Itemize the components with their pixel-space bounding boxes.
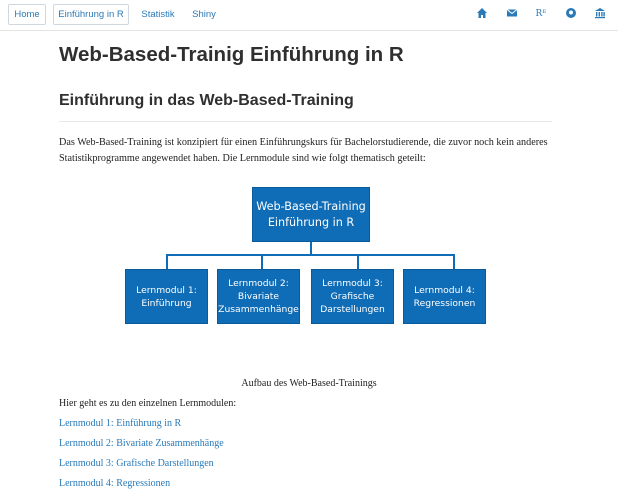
diagram-module-2-box: Lernmodul 2: Bivariate Zusammenhänge <box>217 269 300 324</box>
top-navbar: Home Einführung in R Statistik Shiny Rᴱ <box>0 0 618 31</box>
github-icon[interactable] <box>564 7 578 21</box>
diagram-module-1-box: Lernmodul 1: Einführung <box>125 269 208 324</box>
diagram-module-label: Lernmodul 4: Regressionen <box>413 284 476 309</box>
diagram-caption: Aufbau des Web-Based-Trainings <box>241 378 377 389</box>
mail-icon[interactable] <box>505 7 519 21</box>
links-lead: Hier geht es zu den einzelnen Lernmodule… <box>59 398 237 409</box>
diagram-module-4-box: Lernmodul 4: Regressionen <box>403 269 486 324</box>
home-icon[interactable] <box>475 7 489 21</box>
intro-paragraph: Das Web-Based-Training ist konzipiert fü… <box>59 137 548 164</box>
connector-line <box>261 254 263 269</box>
link-lernmodul-1[interactable]: Lernmodul 1: Einführung in R <box>59 418 181 429</box>
nav-einfuehrung-in-r[interactable]: Einführung in R <box>53 4 129 25</box>
module-diagram: Web-Based-Training Einführung in R Lernm… <box>120 185 495 327</box>
diagram-module-label: Lernmodul 1: Einführung <box>136 284 197 309</box>
connector-line <box>453 254 455 269</box>
connector-line <box>166 254 455 256</box>
nav-statistik[interactable]: Statistik <box>136 4 180 25</box>
connector-line <box>166 254 168 269</box>
link-lernmodul-2[interactable]: Lernmodul 2: Bivariate Zusammenhänge <box>59 438 224 449</box>
link-lernmodul-3[interactable]: Lernmodul 3: Grafische Darstellungen <box>59 458 214 469</box>
page-title: Web-Based-Trainig Einführung in R <box>59 43 404 66</box>
diagram-root-box: Web-Based-Training Einführung in R <box>252 187 370 242</box>
r-icon[interactable]: Rᴱ <box>534 7 548 21</box>
diagram-module-label: Lernmodul 2: Bivariate Zusammenhänge <box>218 278 299 315</box>
link-lernmodul-4[interactable]: Lernmodul 4: Regressionen <box>59 478 170 489</box>
diagram-root-label: Web-Based-Training Einführung in R <box>256 200 366 229</box>
bank-icon[interactable] <box>593 7 607 21</box>
divider <box>59 121 552 122</box>
diagram-module-3-box: Lernmodul 3: Grafische Darstellungen <box>311 269 394 324</box>
section-title: Einführung in das Web-Based-Training <box>59 92 354 109</box>
nav-home[interactable]: Home <box>8 4 46 25</box>
nav-shiny[interactable]: Shiny <box>186 4 222 25</box>
diagram-module-label: Lernmodul 3: Grafische Darstellungen <box>320 278 385 315</box>
connector-line <box>357 254 359 269</box>
